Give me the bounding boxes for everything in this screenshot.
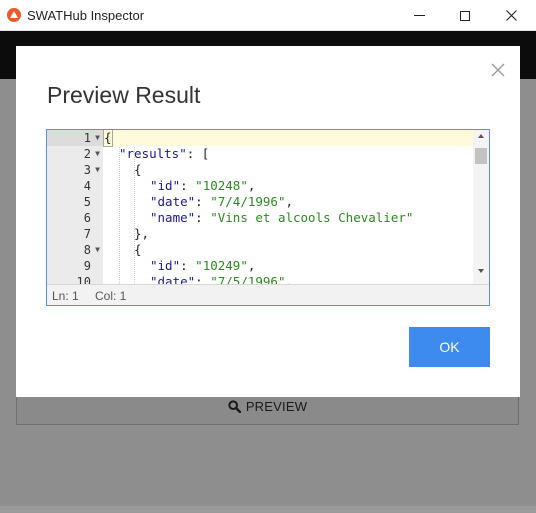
line-number-gutter: 1 ▼ 2 ▼ 3 ▼ 4 5 6 7 8 ▼ 9 10	[47, 130, 103, 289]
cursor-column-status: Col: 1	[95, 289, 127, 303]
window-title: SWATHub Inspector	[27, 8, 145, 23]
fold-arrow-icon[interactable]: ▼	[95, 146, 100, 162]
gutter-line: 5	[83, 195, 91, 209]
dialog-close-button[interactable]	[488, 60, 508, 80]
minimize-icon	[413, 15, 425, 16]
scroll-up-icon[interactable]	[478, 134, 484, 138]
swathub-logo-icon	[7, 8, 21, 22]
gutter-line: 2 ▼	[83, 146, 100, 162]
editor-status-bar: Ln: 1 Col: 1	[47, 284, 489, 305]
code-line: "results": [	[119, 146, 210, 161]
fold-arrow-icon[interactable]: ▼	[95, 242, 100, 258]
editor-scrollbar[interactable]	[473, 130, 489, 284]
json-editor[interactable]: 1 ▼ 2 ▼ 3 ▼ 4 5 6 7 8 ▼ 9 10 { "results": [ …	[46, 129, 490, 306]
code-line: },	[134, 226, 150, 241]
cursor-line-status: Ln: 1	[52, 289, 79, 303]
dialog-title: Preview Result	[47, 82, 201, 108]
code-line: "name": "Vins et alcools Chevalier"	[150, 210, 414, 225]
code-line: "date": "7/4/1996",	[150, 194, 294, 209]
code-line: {	[103, 130, 473, 147]
code-line: "id": "10249",	[150, 258, 256, 273]
ok-button[interactable]: OK	[409, 327, 490, 367]
gutter-line: 7	[83, 227, 91, 241]
gutter-line: 4	[83, 179, 91, 193]
search-icon	[228, 400, 241, 413]
code-line: {	[134, 242, 142, 257]
maximize-button[interactable]	[442, 0, 488, 31]
scrollbar-thumb[interactable]	[475, 148, 487, 164]
close-icon	[505, 10, 517, 21]
scroll-down-icon[interactable]	[478, 269, 484, 273]
app-bottom-row	[0, 506, 536, 513]
title-bar: SWATHub Inspector	[0, 0, 536, 31]
gutter-line: 6	[83, 211, 91, 225]
code-line: "id": "10248",	[150, 178, 256, 193]
minimize-button[interactable]	[396, 0, 442, 31]
code-line: "date": "7/5/1996",	[150, 274, 294, 284]
fold-arrow-icon[interactable]: ▼	[95, 162, 100, 178]
preview-result-dialog: Preview Result 1 ▼ 2 ▼ 3 ▼ 4 5 6 7 8 ▼ 9 10 …	[16, 46, 520, 397]
maximize-icon	[460, 10, 470, 21]
gutter-line: 1 ▼	[47, 130, 103, 146]
gutter-line: 3 ▼	[83, 162, 100, 178]
code-area[interactable]: { "results": [ { "id": "10248", "date": …	[103, 130, 473, 284]
preview-button-label: PREVIEW	[245, 399, 308, 414]
gutter-line: 9	[83, 259, 91, 273]
window-close-button[interactable]	[488, 0, 534, 31]
close-icon	[491, 63, 505, 77]
gutter-line: 8 ▼	[83, 242, 100, 258]
fold-arrow-icon[interactable]: ▼	[95, 130, 100, 146]
code-line: {	[134, 162, 142, 177]
